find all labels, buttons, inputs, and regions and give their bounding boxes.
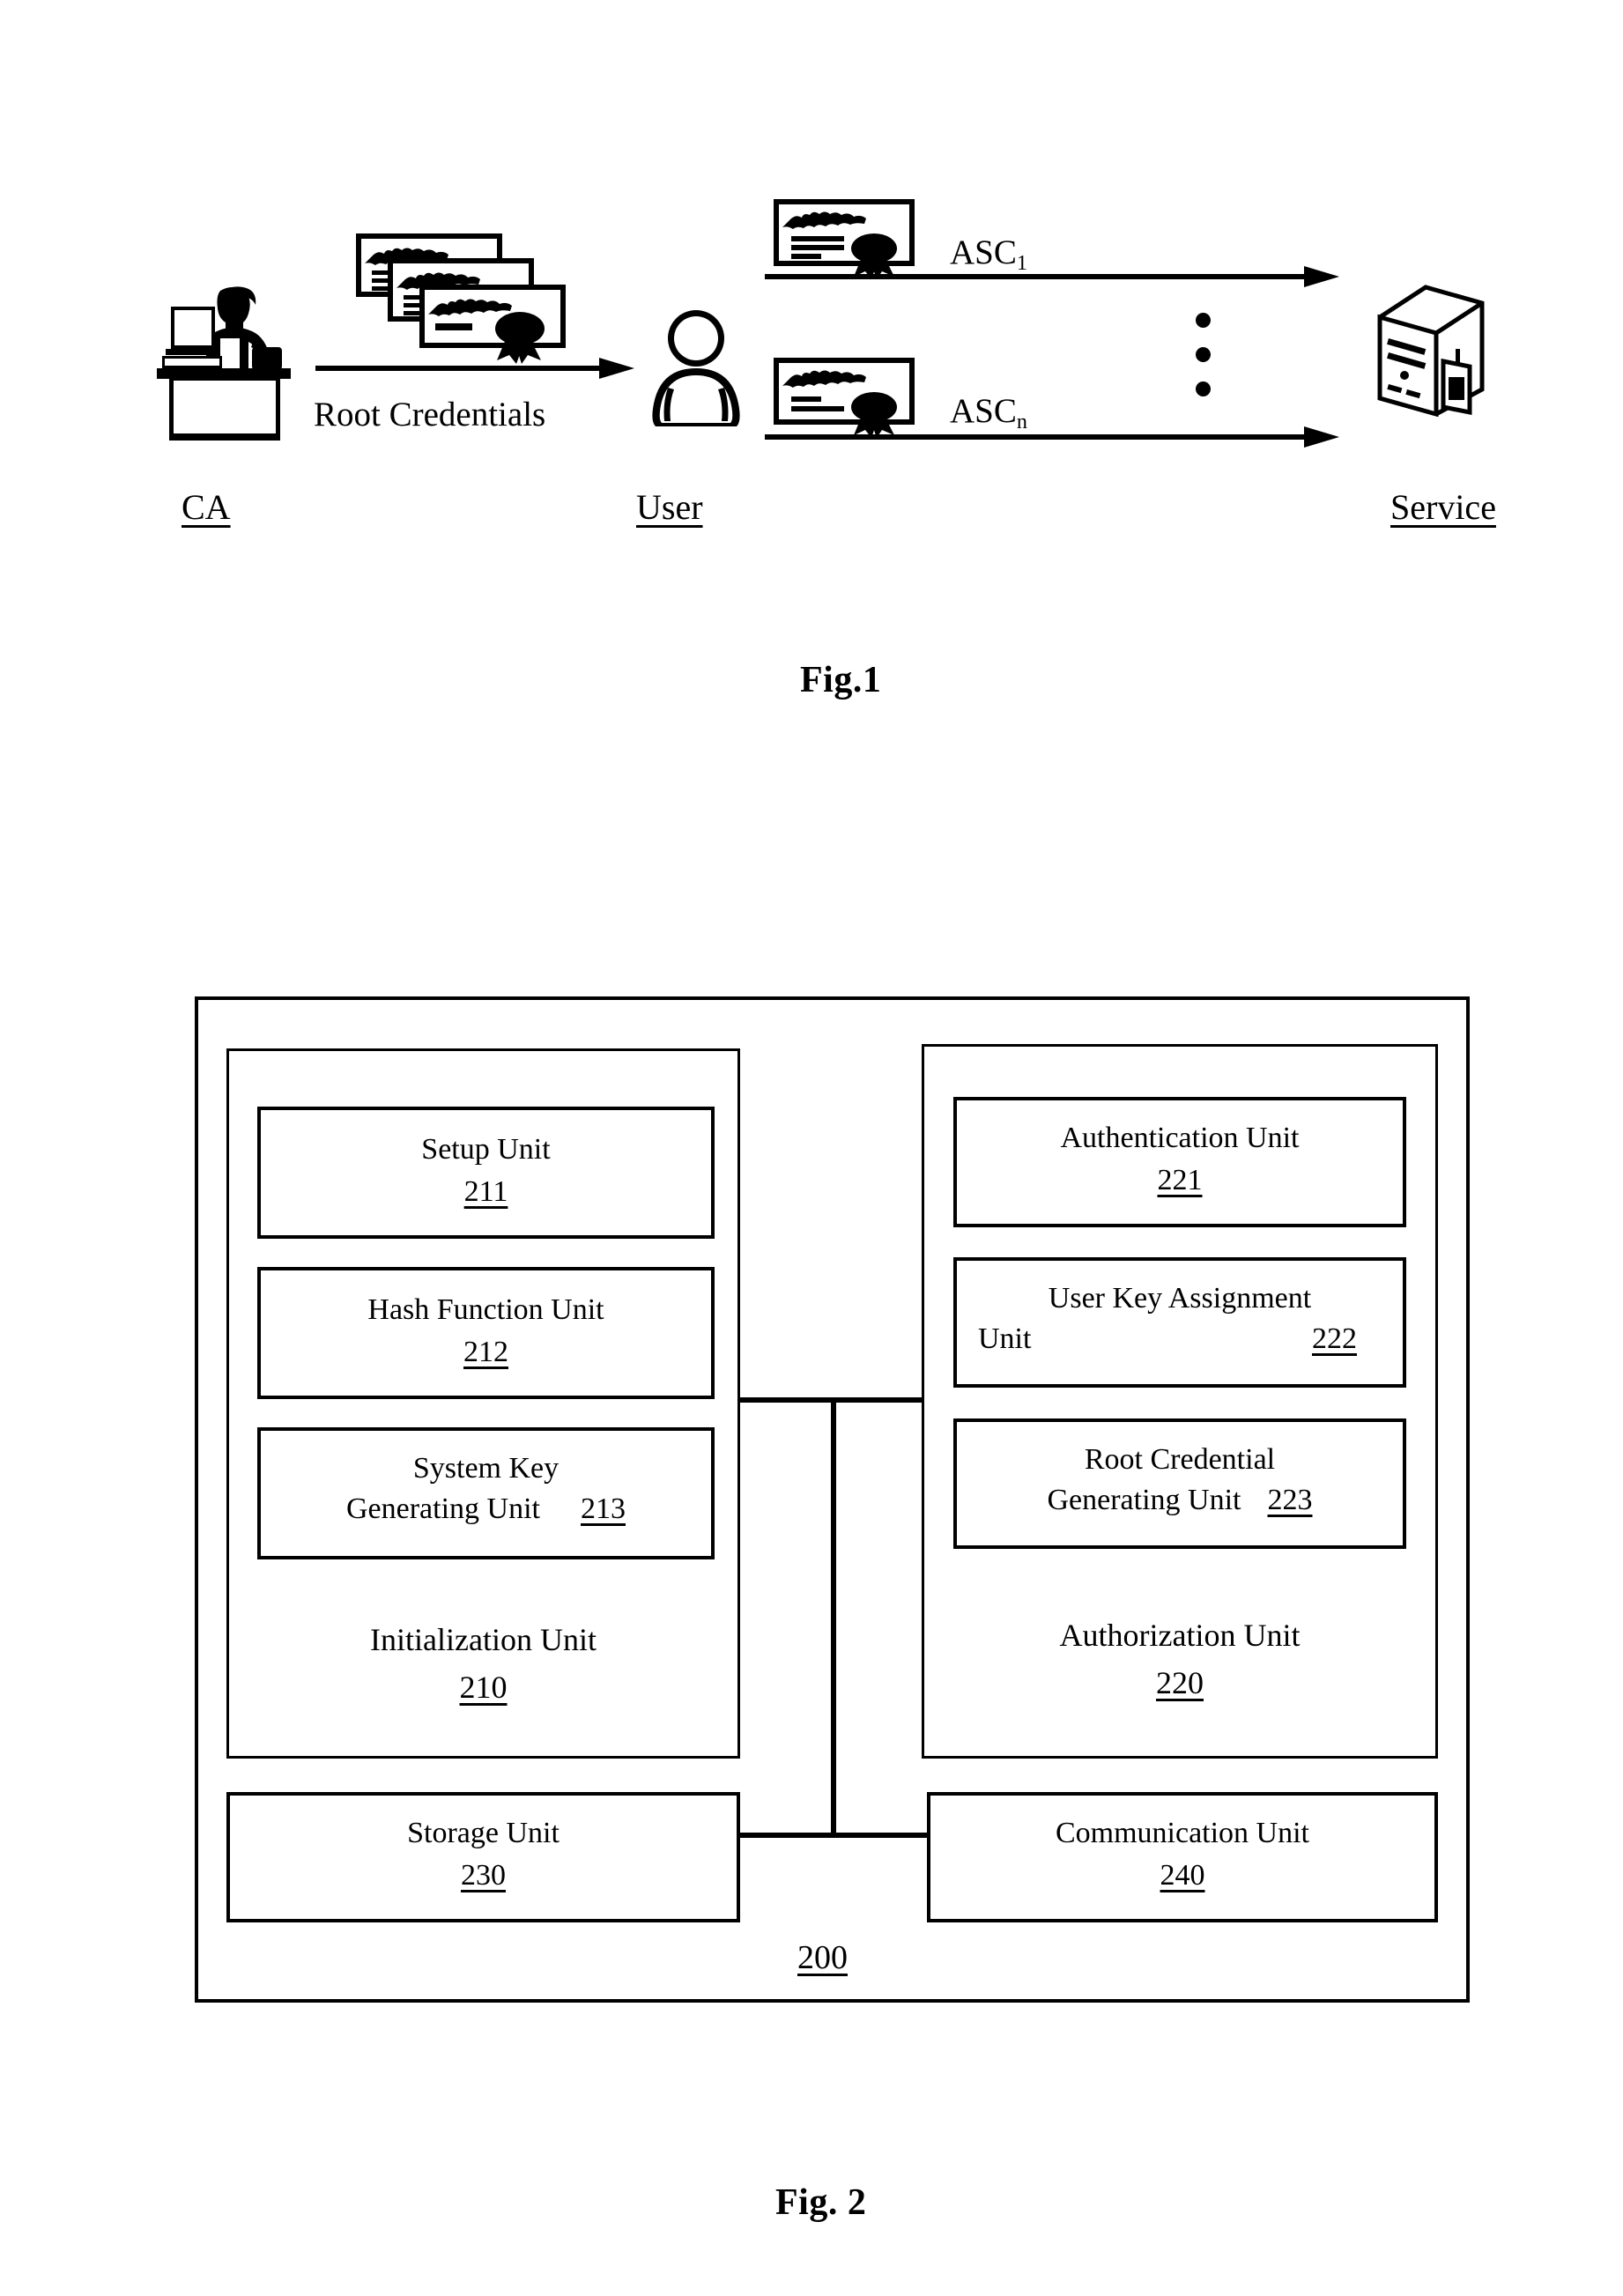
initialization-unit-title-block: Initialization Unit 210 [226,1621,740,1706]
system-key-generating-unit-title-line1: System Key [412,1452,560,1485]
hash-function-unit-box: Hash Function Unit 212 [257,1267,715,1399]
authorization-unit-number: 220 [1156,1665,1204,1700]
storage-unit-number: 230 [461,1859,506,1892]
communication-unit-title: Communication Unit [1055,1817,1310,1849]
authentication-unit-box: Authentication Unit 221 [953,1097,1406,1227]
root-credential-generating-unit-title-line2: Generating Unit [1047,1484,1241,1516]
connector-vertical-spine [831,1397,836,1838]
root-credential-generating-unit-number: 223 [1267,1484,1313,1516]
initialization-unit-number: 210 [459,1670,508,1705]
system-key-generating-unit-box: System Key Generating Unit 213 [257,1427,715,1559]
figure-2: Setup Unit 211 Hash Function Unit 212 Sy… [0,0,1623,2296]
storage-unit-title: Storage Unit [407,1817,560,1849]
authentication-unit-title: Authentication Unit [1060,1122,1300,1154]
user-key-assignment-unit-title-line1: User Key Assignment [1048,1282,1312,1315]
setup-unit-number: 211 [463,1175,508,1208]
system-number: 200 [797,1939,848,1976]
communication-unit-number: 240 [1160,1859,1205,1892]
figure-2-caption: Fig. 2 [775,2182,867,2223]
setup-unit-title: Setup Unit [421,1133,551,1166]
hash-function-unit-number: 212 [463,1336,508,1368]
user-key-assignment-unit-title-line2: Unit [978,1322,1032,1355]
user-key-assignment-unit-box: User Key Assignment Unit 222 [953,1257,1406,1388]
user-key-assignment-unit-number: 222 [1312,1322,1357,1355]
communication-unit-box: Communication Unit 240 [927,1792,1438,1922]
hash-function-unit-title: Hash Function Unit [367,1293,604,1326]
root-credential-generating-unit-title-line1: Root Credential [1084,1443,1276,1476]
connector-horizontal-bottom [738,1833,930,1838]
storage-unit-box: Storage Unit 230 [226,1792,740,1922]
system-key-generating-unit-number: 213 [581,1492,626,1525]
initialization-unit-title: Initialization Unit [370,1622,597,1657]
setup-unit-box: Setup Unit 211 [257,1107,715,1239]
system-key-generating-unit-title-line2: Generating Unit [346,1492,540,1525]
patent-figure-page: CA Root Credentials User ASC1 ASCn Servi… [0,0,1623,2296]
authorization-unit-title-block: Authorization Unit 220 [922,1617,1438,1701]
authorization-unit-title: Authorization Unit [1059,1618,1301,1653]
root-credential-generating-unit-box: Root Credential Generating Unit 223 [953,1418,1406,1549]
authentication-unit-number: 221 [1157,1164,1203,1196]
